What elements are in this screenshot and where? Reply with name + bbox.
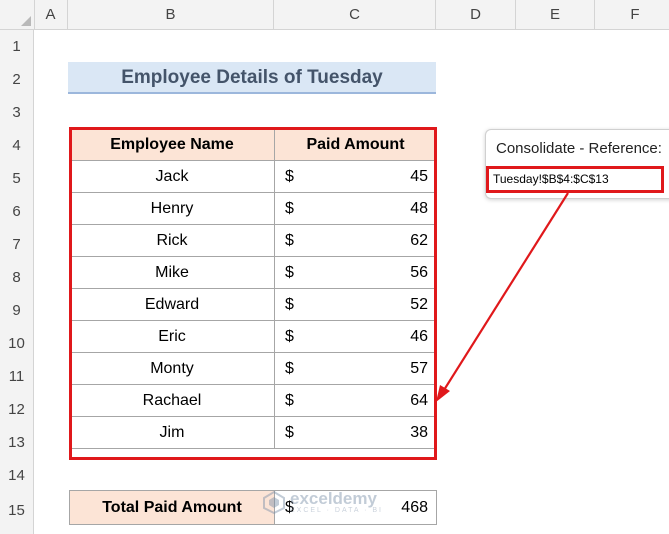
table-row: Henry $48 [69, 192, 437, 225]
column-header-c[interactable]: C [274, 0, 436, 29]
row-header-14[interactable]: 14 [0, 459, 34, 492]
table-header-row: Employee Name Paid Amount [69, 128, 437, 161]
paid-amount-cell[interactable]: $56 [274, 256, 437, 289]
paid-amount-cell[interactable]: $48 [274, 192, 437, 225]
currency-symbol: $ [285, 327, 294, 345]
watermark-tagline: EXCEL · DATA · BI [290, 507, 383, 514]
row-header-13[interactable]: 13 [0, 426, 34, 459]
currency-symbol: $ [285, 167, 294, 185]
paid-amount-cell[interactable]: $62 [274, 224, 437, 257]
currency-symbol: $ [285, 199, 294, 217]
amount-value: 52 [410, 295, 428, 313]
header-employee-name[interactable]: Employee Name [69, 128, 275, 161]
exceldemy-logo-icon [263, 490, 285, 514]
employee-name-cell[interactable]: Mike [69, 256, 275, 289]
column-header-f[interactable]: F [595, 0, 669, 29]
arrow-head-icon [436, 385, 450, 402]
paid-amount-cell[interactable]: $57 [274, 352, 437, 385]
select-all-button[interactable] [0, 0, 35, 29]
currency-symbol: $ [285, 263, 294, 281]
amount-value: 46 [410, 327, 428, 345]
table-row: Eric $46 [69, 320, 437, 353]
row-header-3[interactable]: 3 [0, 96, 34, 129]
amount-value: 56 [410, 263, 428, 281]
column-header-d[interactable]: D [436, 0, 516, 29]
row-header-6[interactable]: 6 [0, 195, 34, 228]
table-row: Edward $52 [69, 288, 437, 321]
paid-amount-cell[interactable]: $38 [274, 416, 437, 449]
table-row: Monty $57 [69, 352, 437, 385]
paid-amount-cell[interactable]: $46 [274, 320, 437, 353]
employee-name-cell[interactable]: Rick [69, 224, 275, 257]
column-header-row: A B C D E F [0, 0, 669, 30]
row-header-1[interactable]: 1 [0, 30, 34, 63]
employee-name-cell[interactable]: Rachael [69, 384, 275, 417]
amount-value: 62 [410, 231, 428, 249]
table-row: Mike $56 [69, 256, 437, 289]
paid-amount-cell[interactable]: $45 [274, 160, 437, 193]
currency-symbol: $ [285, 295, 294, 313]
table-row: Jack $45 [69, 160, 437, 193]
currency-symbol: $ [285, 423, 294, 441]
row-header-9[interactable]: 9 [0, 294, 34, 327]
table-row: Jim $38 [69, 416, 437, 449]
employee-name-cell[interactable]: Jim [69, 416, 275, 449]
employee-name-cell[interactable]: Monty [69, 352, 275, 385]
table-row: Rachael $64 [69, 384, 437, 417]
currency-symbol: $ [285, 391, 294, 409]
sheet-title[interactable]: Employee Details of Tuesday [68, 62, 436, 94]
arrow-line [443, 192, 569, 391]
consolidate-dialog-title: Consolidate - Reference: [496, 140, 662, 157]
employee-table: Employee Name Paid Amount Jack $45 Henry… [69, 128, 437, 449]
row-header-11[interactable]: 11 [0, 360, 34, 393]
select-all-triangle-icon [21, 16, 31, 26]
watermark-name: exceldemy [290, 489, 377, 508]
row-header-10[interactable]: 10 [0, 327, 34, 360]
table-row: Rick $62 [69, 224, 437, 257]
amount-value: 38 [410, 423, 428, 441]
row-header-7[interactable]: 7 [0, 228, 34, 261]
row-header-8[interactable]: 8 [0, 261, 34, 294]
row-header-5[interactable]: 5 [0, 162, 34, 195]
paid-amount-cell[interactable]: $64 [274, 384, 437, 417]
row-header-2[interactable]: 2 [0, 63, 34, 96]
paid-amount-cell[interactable]: $52 [274, 288, 437, 321]
column-header-a[interactable]: A [34, 0, 68, 29]
row-header-4[interactable]: 4 [0, 129, 34, 162]
column-header-e[interactable]: E [516, 0, 595, 29]
reference-input[interactable]: Tuesday!$B$4:$C$13 [486, 166, 664, 193]
row-header-12[interactable]: 12 [0, 393, 34, 426]
amount-value: 45 [410, 167, 428, 185]
currency-symbol: $ [285, 359, 294, 377]
total-label-cell[interactable]: Total Paid Amount [69, 490, 275, 525]
column-header-b[interactable]: B [68, 0, 274, 29]
amount-value: 57 [410, 359, 428, 377]
exceldemy-watermark: exceldemy EXCEL · DATA · BI [262, 487, 422, 517]
amount-value: 48 [410, 199, 428, 217]
row-header-15[interactable]: 15 [0, 492, 34, 534]
currency-symbol: $ [285, 231, 294, 249]
employee-name-cell[interactable]: Jack [69, 160, 275, 193]
header-paid-amount[interactable]: Paid Amount [274, 128, 437, 161]
amount-value: 64 [410, 391, 428, 409]
employee-name-cell[interactable]: Henry [69, 192, 275, 225]
employee-name-cell[interactable]: Eric [69, 320, 275, 353]
employee-name-cell[interactable]: Edward [69, 288, 275, 321]
